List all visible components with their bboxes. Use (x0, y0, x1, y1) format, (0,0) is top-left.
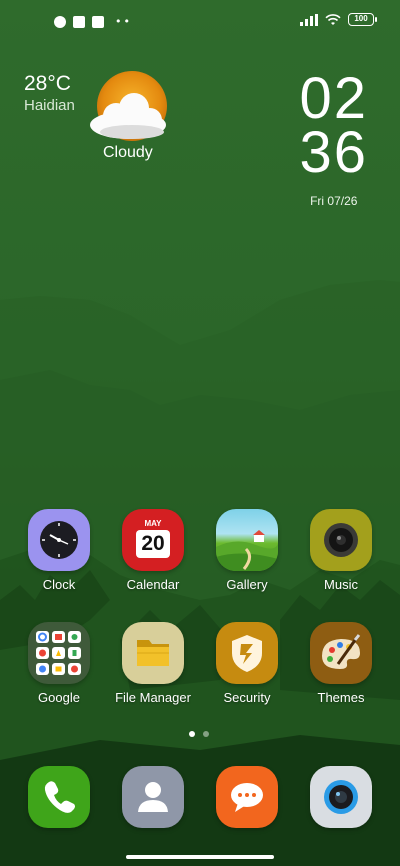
app-calendar[interactable]: MAY 20 Calendar (106, 509, 200, 592)
app-security[interactable]: Security (200, 622, 294, 705)
calendar-month: MAY (144, 519, 162, 528)
app-label: Security (223, 690, 271, 705)
dock-camera[interactable] (294, 766, 388, 828)
dock-messages[interactable] (200, 766, 294, 828)
app-label: Calendar (126, 577, 180, 592)
more-notifications-icon: •• (115, 15, 132, 28)
temperature: 28°C (24, 72, 71, 95)
app-google-folder[interactable]: Google (12, 622, 106, 705)
app-gallery[interactable]: Gallery (200, 509, 294, 592)
phone-icon (28, 766, 90, 828)
app-notification-icon (54, 15, 66, 28)
clock-date: Fri 07/26 (310, 194, 358, 208)
dock-phone[interactable] (12, 766, 106, 828)
app-file-manager[interactable]: File Manager (106, 622, 200, 705)
weather-widget[interactable]: 28°C Haidian (24, 72, 75, 114)
signal-icon (300, 13, 318, 26)
app-label: Clock (42, 577, 76, 592)
calendar-app-icon: MAY 20 (122, 509, 184, 571)
app-clock[interactable]: Clock (12, 509, 106, 592)
calendar-day: 20 (136, 530, 170, 558)
app-music[interactable]: Music (294, 509, 388, 592)
page-indicator[interactable] (189, 731, 209, 737)
notification-square-icon (73, 15, 85, 28)
app-themes[interactable]: Themes (294, 622, 388, 705)
wifi-icon (325, 13, 341, 25)
security-app-icon (216, 622, 278, 684)
gallery-app-icon (216, 509, 278, 571)
page-dot-active (189, 731, 195, 737)
contacts-icon (122, 766, 184, 828)
app-label: File Manager (115, 690, 191, 705)
themes-app-icon (310, 622, 372, 684)
music-app-icon (310, 509, 372, 571)
page-dot (203, 731, 209, 737)
app-label: Gallery (226, 577, 268, 592)
cloudy-icon (90, 71, 167, 141)
dock-contacts[interactable] (106, 766, 200, 828)
app-label: Google (38, 690, 80, 705)
status-bar: •• 100 (0, 0, 400, 44)
clock-app-icon (28, 509, 90, 571)
app-label: Music (324, 577, 358, 592)
battery-indicator: 100 (348, 13, 377, 26)
messages-icon (216, 766, 278, 828)
clock-hours: 02 (299, 66, 368, 131)
upload-icon (92, 15, 104, 28)
weather-condition: Cloudy (103, 144, 153, 161)
app-label: Themes (317, 690, 365, 705)
camera-icon (310, 766, 372, 828)
clock-minutes: 36 (299, 120, 368, 185)
home-indicator[interactable] (126, 855, 274, 859)
clock-widget[interactable]: 02 36 Fri 07/26 (299, 66, 368, 209)
city-name: Haidian (24, 97, 75, 114)
file-manager-app-icon (122, 622, 184, 684)
google-folder-icon (28, 622, 90, 684)
